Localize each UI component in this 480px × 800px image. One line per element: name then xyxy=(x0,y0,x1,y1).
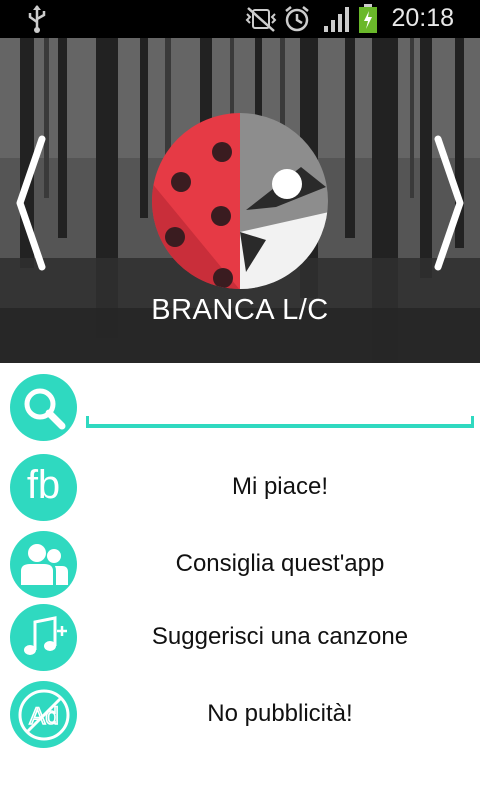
menu-item-recommend[interactable]: Consiglia quest'app xyxy=(0,527,480,601)
menu-item-label[interactable]: Consiglia quest'app xyxy=(80,527,480,601)
facebook-icon: fb xyxy=(26,463,61,507)
facebook-button[interactable]: fb xyxy=(10,454,77,521)
hero-banner: BRANCA L/C xyxy=(0,38,480,363)
menu-item-label[interactable]: No pubblicità! xyxy=(80,677,480,751)
menu-item-label[interactable]: Suggerisci una canzone xyxy=(80,600,480,674)
chevron-right-icon xyxy=(434,135,464,271)
next-branch-button[interactable] xyxy=(430,133,470,273)
status-time: 20:18 xyxy=(391,4,454,32)
users-icon xyxy=(20,543,68,585)
menu-item-like[interactable]: fb Mi piace! xyxy=(0,450,480,524)
recommend-button[interactable] xyxy=(10,531,77,598)
signal-icon xyxy=(324,7,349,32)
search-icon xyxy=(24,388,65,429)
search-button[interactable] xyxy=(10,374,77,441)
alarm-icon xyxy=(285,6,309,32)
previous-branch-button[interactable] xyxy=(10,133,50,273)
remove-ads-button[interactable]: Ad xyxy=(10,681,77,748)
chevron-left-icon xyxy=(16,135,46,271)
search-row xyxy=(0,370,480,444)
music-add-icon xyxy=(23,615,67,655)
menu-item-suggest-song[interactable]: Suggerisci una canzone xyxy=(0,600,480,674)
battery-charging-icon xyxy=(359,4,377,33)
suggest-song-button[interactable] xyxy=(10,604,77,671)
menu-item-label[interactable]: Mi piace! xyxy=(80,450,480,524)
mute-vibrate-icon xyxy=(245,7,277,32)
branch-title: BRANCA L/C xyxy=(151,294,329,326)
ladybug-wolf-logo xyxy=(152,113,328,289)
search-underline xyxy=(86,416,474,428)
usb-icon xyxy=(28,5,46,33)
status-bar: 20:18 xyxy=(0,0,480,38)
no-ads-icon: Ad xyxy=(18,689,69,740)
menu-item-no-ads[interactable]: Ad No pubblicità! xyxy=(0,677,480,751)
search-input[interactable] xyxy=(92,384,470,422)
